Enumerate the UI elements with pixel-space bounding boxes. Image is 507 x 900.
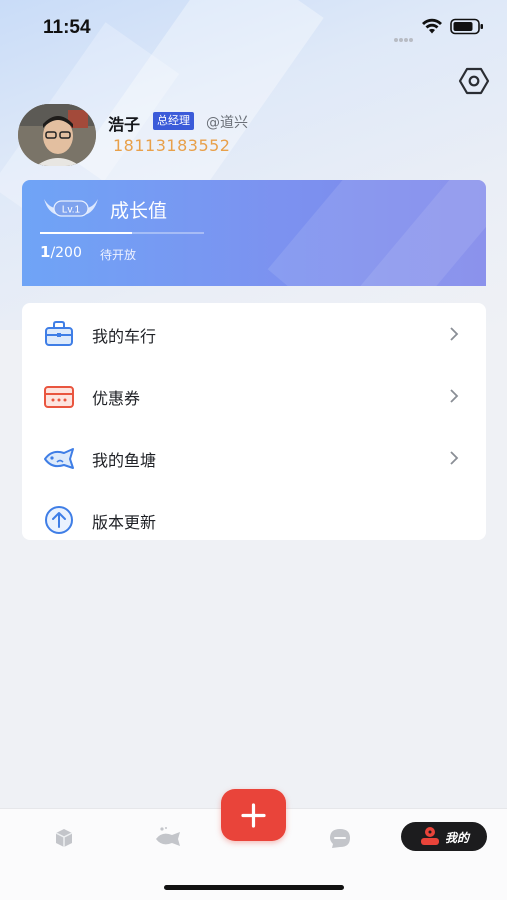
user-handle: @道兴 (206, 115, 248, 131)
menu-item-coupons[interactable]: 优惠券 (22, 365, 486, 427)
tab-mine-label: 我的 (445, 831, 470, 845)
user-icon (421, 827, 439, 845)
growth-progress-value: 1/200 (40, 243, 82, 261)
status-bar: 11:54 (0, 0, 507, 54)
growth-title: 成长值 (110, 200, 168, 222)
briefcase-icon (45, 321, 73, 346)
phone-number: 18113183552 (113, 136, 231, 155)
cellular-signal-icon (394, 27, 416, 42)
growth-progress-fill (40, 232, 132, 234)
growth-card[interactable]: Lv.1 成长值 1/200 待开放 (22, 180, 486, 286)
avatar[interactable] (18, 104, 96, 166)
menu-item-label: 优惠券 (92, 389, 141, 408)
home-indicator (164, 885, 344, 890)
user-name: 浩子 (108, 115, 141, 134)
tab-fish-pond-icon[interactable] (148, 825, 188, 851)
tab-messages-icon[interactable] (320, 825, 360, 851)
menu-item-version-update[interactable]: 版本更新 (22, 489, 486, 551)
menu-item-label: 我的车行 (92, 327, 157, 346)
upload-arrow-icon (45, 506, 73, 534)
menu-item-label: 版本更新 (92, 513, 157, 532)
growth-progress-bar (40, 232, 204, 234)
battery-icon (450, 18, 483, 35)
add-button[interactable] (221, 789, 286, 841)
coupon-icon (44, 386, 74, 408)
plus-icon (241, 803, 266, 828)
level-wings-icon: Lv.1 (44, 199, 98, 217)
status-time: 11:54 (43, 17, 91, 38)
role-badge: 总经理 (153, 112, 194, 130)
chevron-right-icon (450, 389, 459, 403)
settings-icon[interactable] (458, 66, 490, 96)
tab-home-cube-icon[interactable] (44, 825, 84, 851)
tab-mine[interactable]: 我的 (401, 822, 487, 851)
wifi-icon (422, 18, 442, 34)
fish-icon (44, 448, 74, 469)
menu-card: 我的车行 优惠券 我的鱼塘 版本更新 (22, 303, 486, 540)
chevron-right-icon (450, 327, 459, 341)
growth-status: 待开放 (100, 248, 137, 262)
menu-item-my-dealership[interactable]: 我的车行 (22, 303, 486, 365)
chevron-right-icon (450, 451, 459, 465)
menu-item-my-fish-pond[interactable]: 我的鱼塘 (22, 427, 486, 489)
menu-item-label: 我的鱼塘 (92, 451, 157, 470)
level-label: Lv.1 (62, 205, 81, 216)
